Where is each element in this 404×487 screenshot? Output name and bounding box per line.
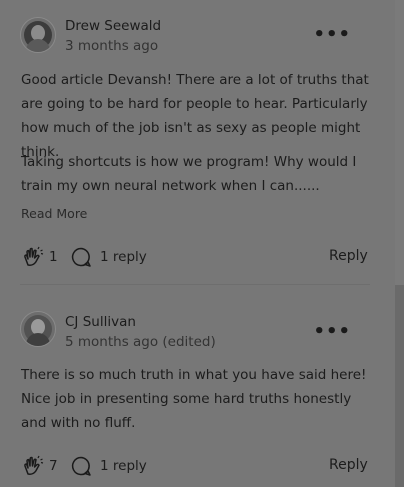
comment-timestamp[interactable]: 3 months ago — [65, 38, 158, 54]
scrollbar-thumb[interactable] — [395, 285, 404, 487]
clap-count: 1 — [49, 249, 58, 265]
read-more-link[interactable]: Read More — [21, 206, 87, 221]
reply-button[interactable]: Reply — [329, 248, 368, 264]
comment-author[interactable]: CJ Sullivan — [65, 314, 136, 330]
reply-count-link[interactable]: 1 reply — [100, 249, 147, 265]
comment-actions: 7 1 reply Reply — [0, 455, 395, 479]
clap-count: 7 — [49, 458, 58, 474]
reply-count-link[interactable]: 1 reply — [100, 458, 147, 474]
clap-icon[interactable] — [22, 246, 44, 268]
more-options-icon[interactable]: ••• — [313, 24, 351, 45]
comment: Drew Seewald 3 months ago ••• Good artic… — [0, 0, 395, 285]
avatar[interactable] — [20, 17, 56, 53]
comment-paragraph: Taking shortcuts is how we program! Why … — [21, 154, 357, 194]
comment-actions: 1 1 reply Reply — [0, 246, 395, 270]
comment: CJ Sullivan 5 months ago (edited) ••• Th… — [0, 285, 395, 487]
reply-bubble-icon[interactable] — [70, 246, 92, 268]
reply-bubble-icon[interactable] — [70, 455, 92, 477]
more-options-icon[interactable]: ••• — [313, 321, 351, 342]
comment-timestamp[interactable]: 5 months ago (edited) — [65, 334, 216, 350]
comment-paragraph: There is so much truth in what you have … — [21, 367, 367, 431]
comment-author[interactable]: Drew Seewald — [65, 18, 161, 34]
reply-button[interactable]: Reply — [329, 457, 368, 473]
avatar[interactable] — [20, 311, 56, 347]
clap-icon[interactable] — [22, 455, 44, 477]
